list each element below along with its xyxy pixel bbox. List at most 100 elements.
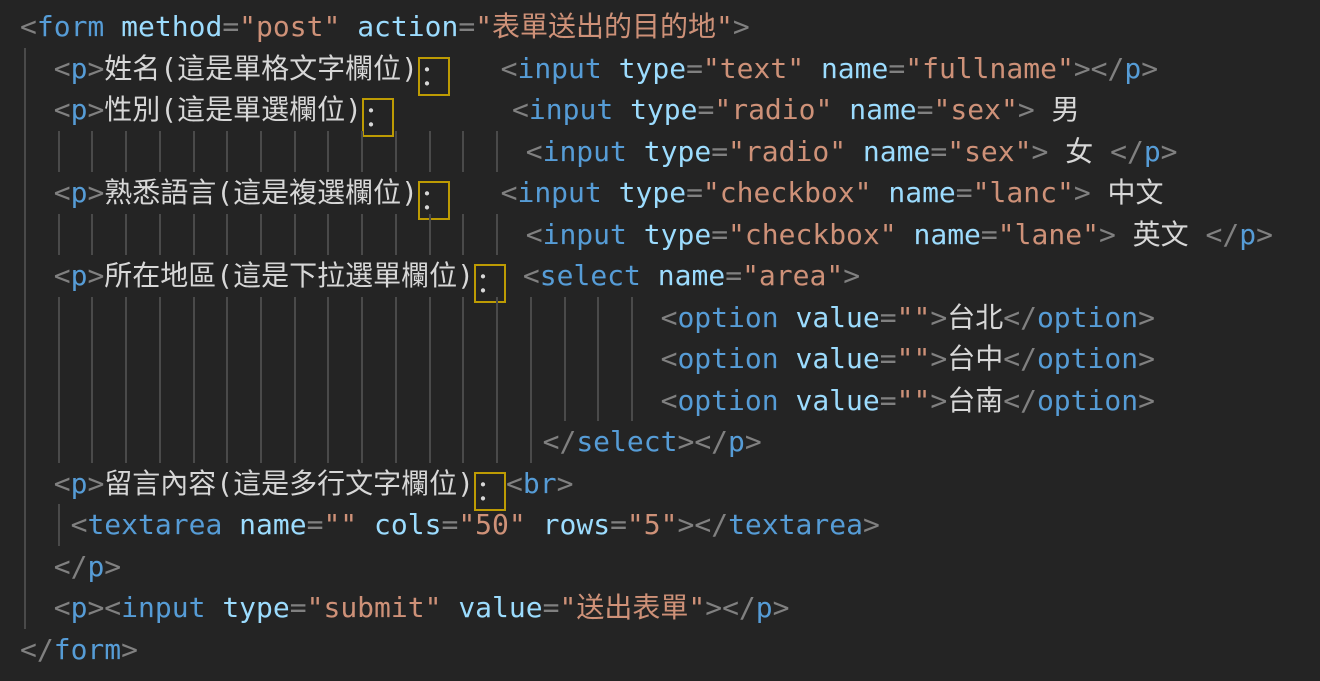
token-punctuation: >	[104, 550, 121, 583]
token-punctuation: =	[725, 259, 742, 292]
token-punctuation: >	[87, 93, 104, 126]
token-punctuation: =	[307, 508, 324, 541]
token-text: 留言內容(這是多行文字欄位)	[104, 467, 474, 500]
code-line[interactable]: </select></p>	[0, 421, 1320, 463]
code-line[interactable]: <option value="">台中</option>	[0, 338, 1320, 380]
code-line[interactable]: <p>熟悉語言(這是複選欄位)： <input type="checkbox" …	[0, 172, 1320, 214]
token-punctuation: </	[543, 425, 577, 458]
token-punctuation: <	[661, 342, 678, 375]
code-line[interactable]: <p><input type="submit" value="送出表單"></p…	[0, 587, 1320, 629]
token-tag-name: input	[529, 93, 613, 126]
token-punctuation: <	[54, 591, 71, 624]
token-punctuation: >	[930, 342, 947, 375]
code-editor[interactable]: <form method="post" action="表單送出的目的地"> <…	[0, 0, 1320, 681]
code-line[interactable]: </p>	[0, 546, 1320, 588]
token-punctuation: =	[956, 176, 973, 209]
token-punctuation: >	[1141, 52, 1158, 85]
token-tag-name: textarea	[728, 508, 863, 541]
token-text	[441, 591, 458, 624]
token-tag-name: input	[517, 52, 601, 85]
token-tag-name: p	[1239, 218, 1256, 251]
code-line[interactable]: <input type="checkbox" name="lane"> 英文 <…	[0, 214, 1320, 256]
token-text: 男	[1035, 93, 1080, 126]
code-line[interactable]: <option value="">台北</option>	[0, 297, 1320, 339]
token-text	[20, 135, 526, 168]
token-punctuation: >	[1074, 176, 1091, 209]
token-punctuation: >	[773, 591, 790, 624]
token-punctuation: >	[1032, 135, 1049, 168]
token-punctuation: =	[686, 176, 703, 209]
token-punctuation: =	[711, 218, 728, 251]
token-punctuation: <	[526, 218, 543, 251]
token-string: "sex"	[934, 93, 1018, 126]
token-string: "50"	[458, 508, 525, 541]
token-attribute-name: name	[888, 176, 955, 209]
token-punctuation: =	[610, 508, 627, 541]
token-tag-name: p	[71, 176, 88, 209]
token-punctuation: <	[512, 93, 529, 126]
token-text	[20, 425, 543, 458]
token-punctuation: >	[1099, 218, 1116, 251]
token-punctuation: >	[1138, 301, 1155, 334]
token-text	[222, 508, 239, 541]
code-line[interactable]: <form method="post" action="表單送出的目的地">	[0, 6, 1320, 48]
token-string: "lane"	[998, 218, 1099, 251]
token-string: "text"	[703, 52, 804, 85]
token-text	[613, 93, 630, 126]
token-punctuation: >	[87, 259, 104, 292]
token-tag-name: p	[1144, 135, 1161, 168]
token-text	[20, 508, 71, 541]
code-line[interactable]: <p>所在地區(這是下拉選單欄位)： <select name="area">	[0, 255, 1320, 297]
token-tag-name: select	[540, 259, 641, 292]
token-text	[450, 176, 501, 209]
token-punctuation: <	[501, 176, 518, 209]
token-punctuation: <	[661, 384, 678, 417]
code-line[interactable]: </form>	[0, 629, 1320, 671]
token-text	[832, 93, 849, 126]
token-text	[779, 301, 796, 334]
token-attribute-name: name	[913, 218, 980, 251]
token-punctuation: =	[222, 10, 239, 43]
token-text: 所在地區(這是下拉選單欄位)	[104, 259, 474, 292]
token-string: ""	[323, 508, 357, 541]
token-punctuation: <	[54, 259, 71, 292]
token-punctuation: </	[1003, 384, 1037, 417]
token-text: 台中	[947, 342, 1003, 375]
token-text: 性別(這是單選欄位)	[104, 93, 362, 126]
token-text	[602, 176, 619, 209]
token-tag-name: p	[87, 550, 104, 583]
code-line[interactable]: <p>留言內容(這是多行文字欄位)：<br>	[0, 463, 1320, 505]
token-text: 台南	[947, 384, 1003, 417]
code-line[interactable]: <p>姓名(這是單格文字欄位)： <input type="text" name…	[0, 48, 1320, 90]
token-tag-name: option	[1037, 301, 1138, 334]
code-line[interactable]: <option value="">台南</option>	[0, 380, 1320, 422]
token-punctuation: <	[71, 508, 88, 541]
code-line[interactable]: <textarea name="" cols="50" rows="5"></t…	[0, 504, 1320, 546]
token-punctuation: =	[888, 52, 905, 85]
token-text	[20, 301, 661, 334]
token-punctuation: </	[20, 633, 54, 666]
token-tag-name: form	[54, 633, 121, 666]
token-tag-name: option	[677, 384, 778, 417]
token-text	[394, 93, 512, 126]
token-punctuation: </	[694, 425, 728, 458]
token-attribute-name: type	[644, 135, 711, 168]
token-punctuation: =	[290, 591, 307, 624]
token-punctuation: </	[1110, 135, 1144, 168]
token-attribute-name: type	[644, 218, 711, 251]
token-punctuation: >	[863, 508, 880, 541]
token-punctuation: <	[54, 176, 71, 209]
token-string: ""	[897, 384, 931, 417]
token-punctuation: <	[523, 259, 540, 292]
token-punctuation: >	[1256, 218, 1273, 251]
token-attribute-name: type	[619, 52, 686, 85]
token-text	[641, 259, 658, 292]
code-line[interactable]: <input type="radio" name="sex"> 女 </p>	[0, 131, 1320, 173]
token-string: "area"	[742, 259, 843, 292]
token-punctuation: >	[930, 301, 947, 334]
token-tag-name: option	[1037, 384, 1138, 417]
token-tag-name: p	[71, 52, 88, 85]
code-line[interactable]: <p>性別(這是單選欄位)： <input type="radio" name=…	[0, 89, 1320, 131]
token-tag-name: p	[71, 259, 88, 292]
token-punctuation: <	[20, 10, 37, 43]
